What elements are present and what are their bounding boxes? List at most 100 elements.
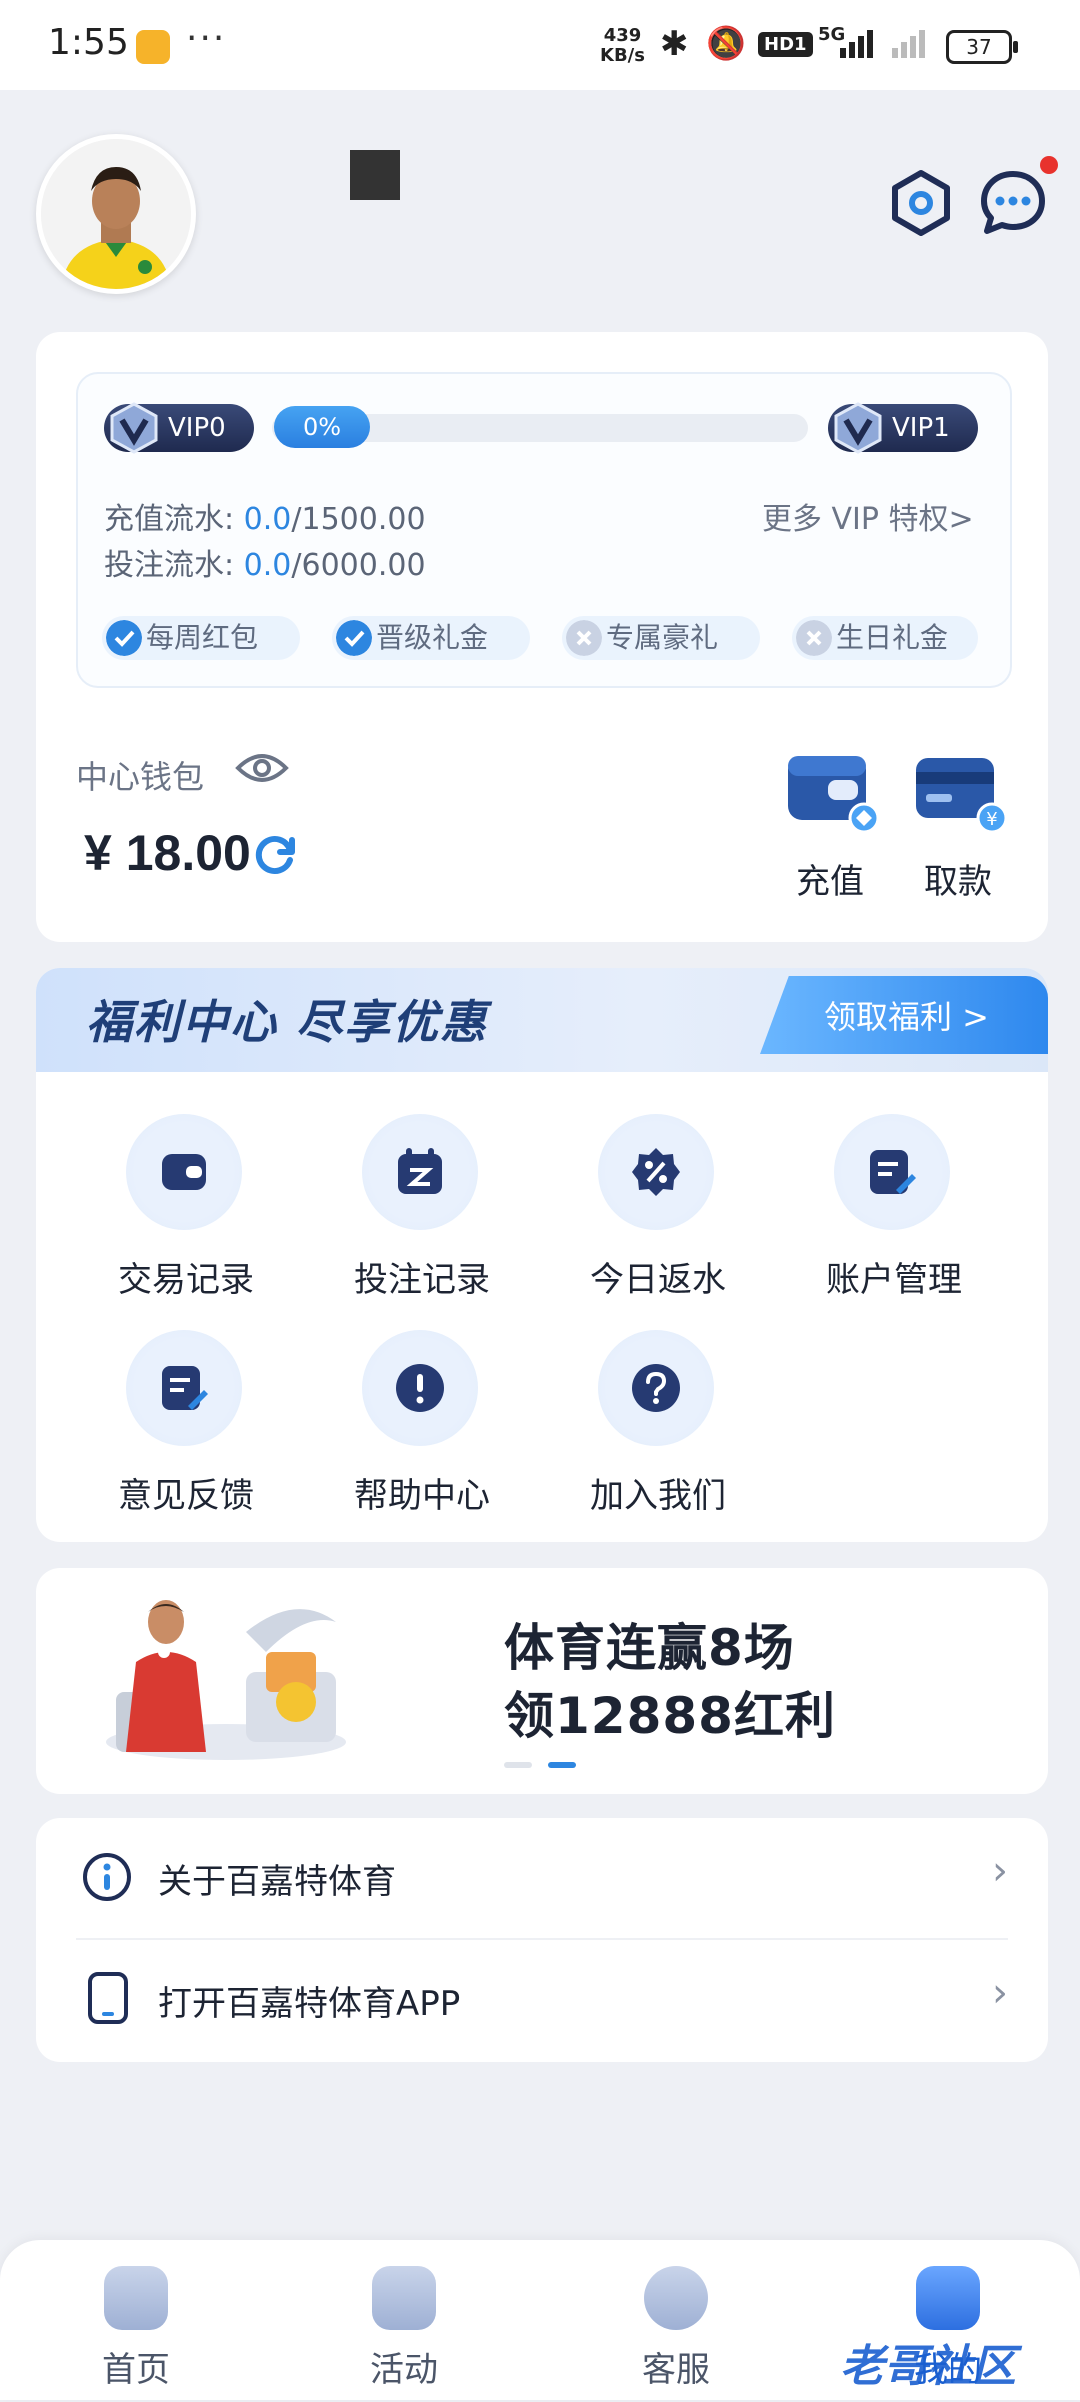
messages-button[interactable] [978,168,1048,238]
welfare-title: 福利中心 尽享优惠 [86,995,489,1049]
settings-button[interactable] [886,168,956,238]
grid-bet-records[interactable]: 投注记录 [304,1114,540,1314]
cross-icon [796,620,832,656]
network-speed-unit: KB/s [600,45,645,66]
status-time: 1:55 [48,22,129,63]
bluetooth-icon: ✱ [660,24,689,64]
hexagon-settings-icon [892,170,950,236]
wallet-label: 中心钱包 [76,758,205,796]
vip-shield-icon [110,402,158,454]
wallet-balance: ¥ 18.00 [84,825,251,881]
grid-account-management[interactable]: 账户管理 [776,1114,1012,1314]
feedback-icon [126,1330,242,1446]
deposit-button[interactable]: 充值 [782,750,882,902]
home-icon [104,2266,168,2330]
profile-icon [916,2266,980,2330]
bet-flow-value: 0.0 [243,548,292,583]
question-icon [598,1330,714,1446]
avatar-image [41,139,191,289]
grid-feedback[interactable]: 意见反馈 [68,1330,304,1530]
vip-next-label: VIP1 [892,413,950,443]
deposit-flow-target: /1500.00 [291,502,426,537]
unread-badge [1040,156,1058,174]
grid-label: 加入我们 [590,1476,726,1516]
claim-welfare-label: 领取福利 > [824,998,989,1036]
grid-daily-rebate[interactable]: 今日返水 [540,1114,776,1314]
edit-doc-icon [834,1114,950,1230]
tab-label: 首页 [102,2350,170,2390]
notification-app-icon [136,30,170,64]
card-icon: ¥ [916,758,1008,834]
toggle-visibility-button[interactable] [234,748,290,792]
about-label: 关于百嘉特体育 [158,1862,396,1902]
tab-home[interactable]: 首页 [56,2252,216,2402]
network-speed-value: 439 [603,25,642,46]
perk-label: 每周红包 [146,621,259,654]
vip-next-badge: VIP1 [828,402,978,454]
grid-transaction-records[interactable]: 交易记录 [68,1114,304,1314]
wallet-icon [788,756,880,834]
vip-progress-indicator: 0% [274,406,370,448]
exclamation-icon [362,1330,478,1446]
perk-birthday-gift[interactable]: 生日礼金 [792,616,978,660]
tab-label: 活动 [370,2350,438,2390]
phone-icon [88,1972,128,2024]
perk-exclusive-gift[interactable]: 专属豪礼 [562,616,760,660]
perk-weekly-redpacket[interactable]: 每周红包 [102,616,300,660]
signal-icon [840,30,876,58]
carousel-dot-active[interactable] [548,1762,576,1768]
grid-help-center[interactable]: 帮助中心 [304,1330,540,1530]
perk-label: 生日礼金 [836,621,949,654]
mute-icon: 🔕 [706,24,746,62]
signal-2-icon [892,30,928,58]
network-speed: 439 KB/s [600,26,645,66]
grid-label: 今日返水 [590,1260,726,1300]
username-redacted [350,150,400,200]
svg-text:¥: ¥ [986,809,997,830]
about-row[interactable]: 关于百嘉特体育 › [36,1818,1048,1938]
calendar-icon [362,1114,478,1230]
hd-indicator: HD1 [758,32,813,57]
tab-activity[interactable]: 活动 [324,2252,484,2402]
more-vip-link[interactable]: 更多 VIP 特权> [762,494,974,538]
bet-flow-label: 投注流水: [104,548,244,583]
perk-promotion-bonus[interactable]: 晋级礼金 [332,616,530,660]
deposit-flow: 充值流水: 0.0/1500.00 [104,494,426,538]
perk-label: 晋级礼金 [376,621,489,654]
promo-headline-2: 领12888红利 [504,1687,836,1745]
refresh-icon [255,836,295,874]
open-app-label: 打开百嘉特体育APP [158,1984,461,2024]
promo-headline-1: 体育连赢8场 [504,1619,795,1677]
percent-badge-icon [598,1114,714,1230]
withdraw-button[interactable]: ¥ 取款 [910,750,1010,902]
grid-label: 意见反馈 [118,1476,254,1516]
gift-icon [372,2266,436,2330]
info-icon [83,1853,131,1901]
grid-label: 交易记录 [118,1260,254,1300]
grid-label: 账户管理 [826,1260,962,1300]
grid-join-us[interactable]: 加入我们 [540,1330,776,1530]
bet-flow: 投注流水: 0.0/6000.00 [104,540,426,584]
grid-label: 帮助中心 [354,1476,490,1516]
chat-bubble-icon [981,171,1045,234]
vip-shield-icon [834,402,882,454]
battery-icon: 37 [946,30,1018,64]
perk-label: 专属豪礼 [606,621,719,654]
withdraw-label: 取款 [924,862,992,902]
open-app-row[interactable]: 打开百嘉特体育APP › [36,1940,1048,2060]
carousel-dot[interactable] [504,1762,532,1768]
deposit-flow-value: 0.0 [243,502,292,537]
vip-current-badge: VIP0 [104,402,254,454]
check-icon [336,620,372,656]
refresh-balance-button[interactable] [252,832,298,882]
chevron-right-icon: › [992,1970,1008,2016]
grid-label: 投注记录 [354,1260,490,1300]
headset-icon [644,2266,708,2330]
watermark: 老哥社区 [840,2341,1016,2392]
wallet-icon [126,1114,242,1230]
avatar[interactable] [36,134,196,294]
tab-label: 客服 [642,2350,710,2390]
deposit-flow-label: 充值流水: [104,502,244,537]
vip-current-label: VIP0 [168,413,226,443]
tab-service[interactable]: 客服 [596,2252,756,2402]
